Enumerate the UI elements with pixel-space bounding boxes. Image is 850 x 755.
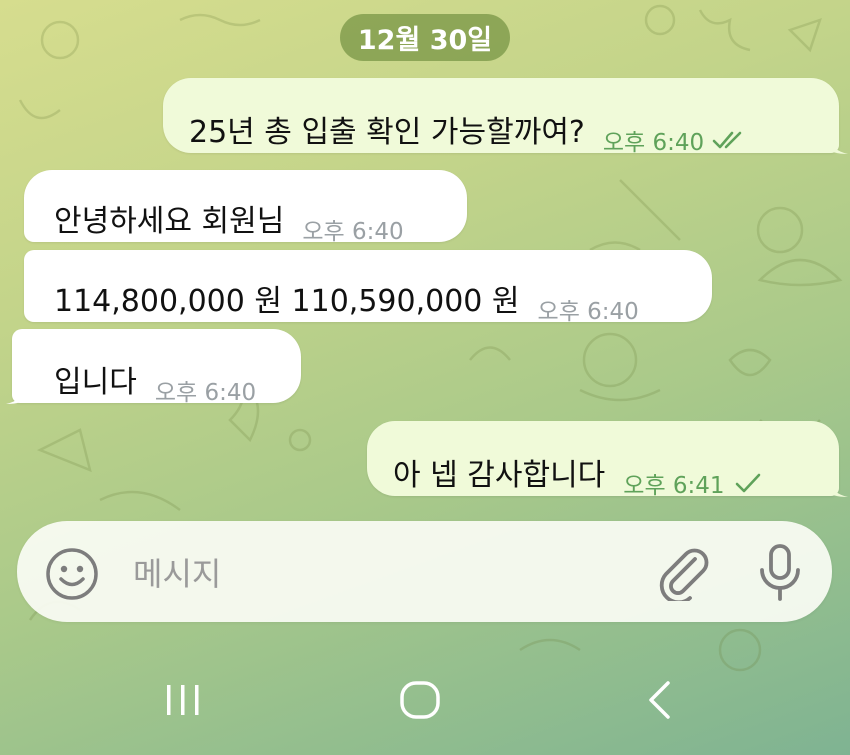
- message-text: 25년 총 입출 확인 가능할까여?: [189, 115, 585, 150]
- message-text: 114,800,000 원 110,590,000 원: [54, 284, 520, 319]
- bubble-tail: [6, 384, 28, 404]
- message-time: 오후 6:40: [602, 130, 705, 156]
- message-time: 오후 6:41: [623, 473, 725, 499]
- message-bubble-incoming[interactable]: 안녕하세요 회원님 오후 6:40: [24, 170, 467, 245]
- message-input-bar: 메시지: [17, 521, 832, 622]
- message-meta: 오후 6:40: [603, 123, 746, 157]
- recent-apps-icon[interactable]: [163, 683, 203, 717]
- back-icon[interactable]: [644, 680, 674, 720]
- message-meta: 오후 6:40: [538, 292, 639, 326]
- message-meta: 오후 6:41: [623, 466, 762, 500]
- message-meta: 오후 6:40: [302, 212, 403, 246]
- single-check-icon: [735, 473, 760, 493]
- message-meta: 오후 6:40: [155, 373, 256, 407]
- message-bubble-outgoing[interactable]: 아 넵 감사합니다 오후 6:41: [367, 421, 839, 499]
- message-text: 입니다: [54, 365, 137, 400]
- bubble-tail: [826, 134, 848, 154]
- date-chip: 12월 30일: [340, 14, 510, 61]
- attach-icon[interactable]: [655, 543, 713, 601]
- message-time: 오후 6:40: [302, 219, 404, 245]
- date-chip-label: 12월 30일: [357, 25, 493, 56]
- message-time: 오후 6:40: [537, 299, 639, 325]
- message-bubble-outgoing[interactable]: 25년 총 입출 확인 가능할까여? 오후 6:40: [163, 78, 839, 156]
- message-text: 안녕하세요 회원님: [54, 204, 285, 239]
- message-input[interactable]: 메시지: [133, 549, 221, 595]
- message-bubble-incoming[interactable]: 114,800,000 원 110,590,000 원 오후 6:40: [24, 250, 712, 325]
- bubble-tail: [826, 477, 848, 497]
- mic-icon[interactable]: [757, 543, 803, 603]
- emoji-icon[interactable]: [45, 547, 99, 601]
- message-bubble-incoming[interactable]: 입니다 오후 6:40: [12, 329, 301, 406]
- double-check-icon: [712, 131, 742, 149]
- message-time: 오후 6:40: [154, 380, 257, 406]
- home-icon[interactable]: [398, 680, 442, 720]
- message-text: 아 넵 감사합니다: [393, 458, 606, 493]
